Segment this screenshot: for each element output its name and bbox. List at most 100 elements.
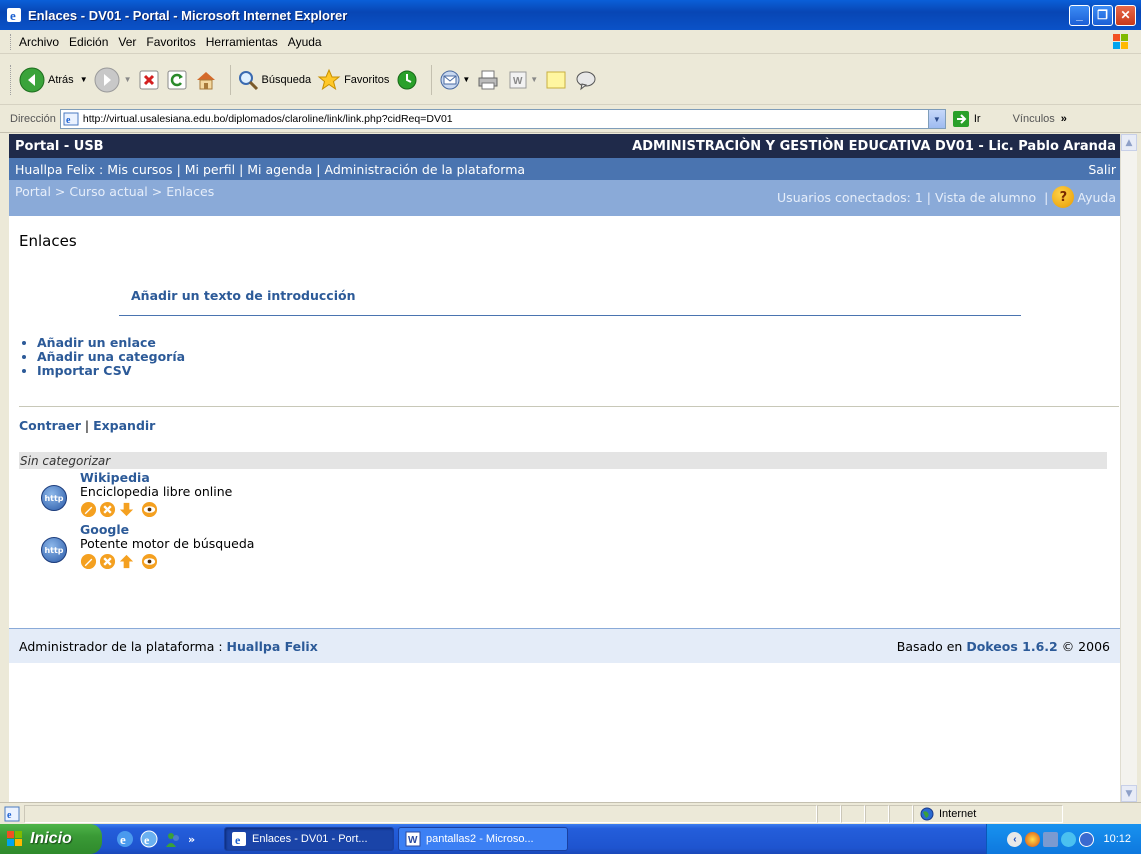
discuss-button[interactable] (544, 68, 568, 92)
link-title[interactable]: Google (80, 523, 254, 536)
category-header[interactable]: Sin categorizar (19, 452, 1107, 469)
minimize-button[interactable]: _ (1069, 4, 1090, 26)
svg-text:e: e (235, 833, 241, 847)
nav-platform-admin[interactable]: Administración de la plataforma (324, 162, 525, 177)
task-ie-window[interactable]: e Enlaces - DV01 - Port... (224, 827, 394, 851)
nav-my-agenda[interactable]: Mi agenda (247, 162, 312, 177)
menu-herramientas[interactable]: Herramientas (206, 35, 278, 49)
address-dropdown-button[interactable]: ▼ (927, 110, 945, 128)
tray-messenger-icon[interactable] (1061, 831, 1077, 847)
logout-link[interactable]: Salir (1088, 162, 1116, 177)
quick-launch: e e » (116, 830, 220, 848)
messenger-quicklaunch-icon[interactable] (164, 830, 182, 848)
move-up-icon[interactable] (118, 553, 135, 570)
nav-my-profile[interactable]: Mi perfil (185, 162, 235, 177)
printer-icon (478, 70, 498, 89)
menu-ver[interactable]: Ver (118, 35, 136, 49)
home-button[interactable] (194, 68, 218, 92)
stop-button[interactable] (138, 69, 160, 91)
nav-user-name[interactable]: Huallpa Felix (15, 162, 95, 177)
move-down-icon[interactable] (118, 501, 135, 518)
favorites-button[interactable]: Favoritos (317, 68, 389, 92)
dropdown-arrow-icon[interactable]: ▼ (462, 75, 470, 84)
dokeos-link[interactable]: Dokeos 1.6.2 (966, 639, 1057, 654)
address-bar: Dirección e http://virtual.usalesiana.ed… (0, 106, 1141, 133)
student-view-link[interactable]: Vista de alumno (935, 190, 1036, 205)
mail-button[interactable]: ▼ (438, 68, 470, 92)
link-item: http Wikipedia Enciclopedia libre online (41, 471, 1110, 519)
edit-icon[interactable] (80, 553, 97, 570)
chevron-left-icon[interactable]: ‹ (1007, 831, 1023, 847)
network-icon[interactable] (1043, 831, 1059, 847)
breadcrumb-portal[interactable]: Portal (15, 184, 51, 199)
scroll-up-button[interactable]: ▲ (1121, 134, 1137, 151)
ie-quicklaunch-icon[interactable]: e (116, 830, 134, 848)
audio-icon[interactable] (1079, 831, 1095, 847)
collapse-expand: Contraer | Expandir (19, 418, 1110, 433)
vertical-scrollbar[interactable]: ▲ ▼ (1120, 134, 1137, 802)
tray-app-icon[interactable] (1025, 831, 1041, 847)
menu-ayuda[interactable]: Ayuda (288, 35, 322, 49)
site-name[interactable]: Portal - USB (15, 139, 104, 154)
menu-edicion[interactable]: Edición (69, 35, 108, 49)
maximize-button[interactable]: ❐ (1092, 4, 1113, 26)
search-button[interactable]: Búsqueda (237, 69, 311, 91)
status-cell (889, 804, 913, 823)
go-button[interactable]: Ir (952, 110, 981, 128)
nav-my-courses[interactable]: Mis cursos (107, 162, 172, 177)
link-title[interactable]: Wikipedia (80, 471, 232, 484)
admin-name-link[interactable]: Huallpa Felix (227, 639, 318, 654)
users-connected[interactable]: Usuarios conectados: 1 (777, 190, 923, 205)
links-toolbar-label[interactable]: Vínculos (1013, 113, 1055, 125)
collapse-link[interactable]: Contraer (19, 418, 81, 433)
link-description: Potente motor de búsqueda (80, 536, 255, 551)
start-button[interactable]: Inicio (0, 824, 102, 854)
breadcrumb-course[interactable]: Curso actual (69, 184, 147, 199)
page-title: Enlaces (19, 232, 77, 250)
add-link-action[interactable]: Añadir un enlace (37, 336, 1110, 350)
import-csv-action[interactable]: Importar CSV (37, 364, 1110, 378)
status-message (24, 804, 817, 823)
help-link[interactable]: Ayuda (1077, 190, 1116, 205)
edit-icon[interactable] (80, 501, 97, 518)
chevron-up-icon: ▲ (1125, 137, 1133, 148)
add-category-action[interactable]: Añadir una categoría (37, 350, 1110, 364)
chevron-right-icon[interactable]: » (1061, 113, 1067, 125)
address-input[interactable]: e http://virtual.usalesiana.edu.bo/diplo… (59, 109, 946, 129)
course-title[interactable]: ADMINISTRACIÒN Y GESTIÒN EDUCATIVA DV01 … (632, 139, 1116, 154)
visibility-eye-icon[interactable] (141, 553, 158, 570)
home-icon (196, 71, 215, 89)
word-icon: W (405, 831, 421, 847)
star-icon (317, 68, 341, 90)
breadcrumb-current[interactable]: Enlaces (166, 184, 214, 199)
help-icon[interactable]: ? (1052, 186, 1075, 208)
menu-archivo[interactable]: Archivo (19, 35, 59, 49)
delete-icon[interactable] (99, 501, 116, 518)
go-label: Ir (973, 113, 981, 125)
forward-button[interactable]: ▼ (94, 67, 132, 93)
scroll-down-button[interactable]: ▼ (1121, 785, 1137, 802)
visibility-eye-icon[interactable] (141, 501, 158, 518)
dropdown-arrow-icon[interactable]: ▼ (124, 75, 132, 84)
http-icon: http (41, 485, 67, 511)
edit-button[interactable]: W ▼ (506, 68, 538, 92)
refresh-button[interactable] (166, 69, 188, 91)
chevron-right-icon[interactable]: » (188, 833, 195, 846)
back-button[interactable]: Atrás ▼ (19, 67, 88, 93)
messenger-button[interactable] (574, 68, 598, 92)
dropdown-arrow-icon[interactable]: ▼ (80, 75, 88, 84)
print-button[interactable] (476, 68, 500, 92)
ie-icon: e (7, 8, 21, 23)
task-word-window[interactable]: W pantallas2 - Microso... (398, 827, 568, 851)
toggle-separator: | (84, 418, 94, 433)
browser-quicklaunch-icon[interactable]: e (140, 830, 158, 848)
expand-link[interactable]: Expandir (93, 418, 155, 433)
history-button[interactable] (395, 68, 419, 92)
dropdown-arrow-icon[interactable]: ▼ (530, 75, 538, 84)
close-button[interactable]: ✕ (1115, 4, 1136, 26)
clock[interactable]: 10:12 (1103, 833, 1131, 845)
delete-icon[interactable] (99, 553, 116, 570)
forward-arrow-icon (94, 67, 120, 92)
menu-favoritos[interactable]: Favoritos (146, 35, 195, 49)
add-intro-link[interactable]: Añadir un texto de introducción (131, 288, 1110, 303)
